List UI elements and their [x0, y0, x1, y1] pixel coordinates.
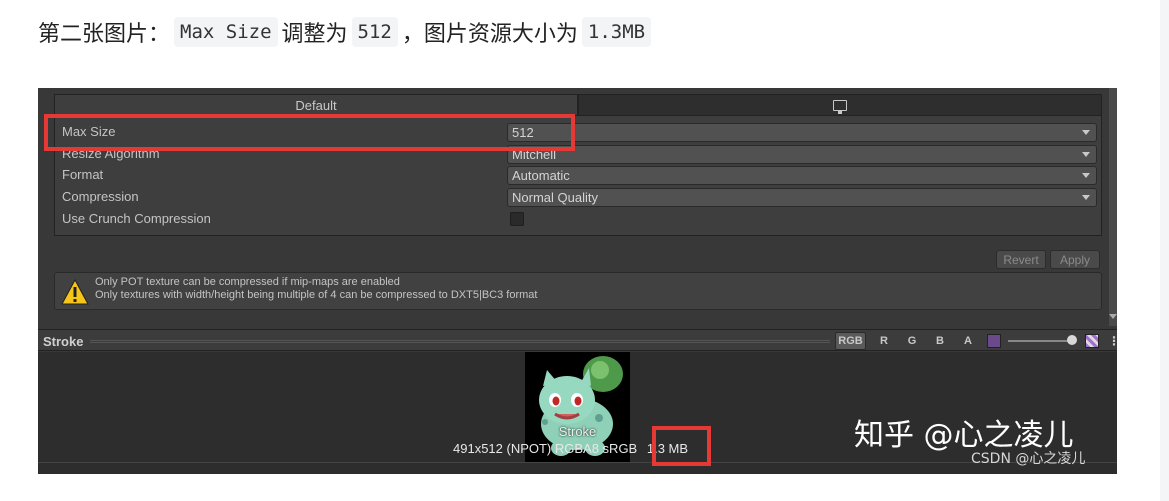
texture-info-main: 491x512 (NPOT) RGBA8 sRGB: [453, 441, 638, 456]
monitor-icon: [833, 99, 847, 114]
article-page: 第二张图片： Max Size 调整为 512 ， 图片资源大小为 1.3MB …: [0, 0, 1169, 501]
inline-code-max-size: Max Size: [174, 17, 278, 47]
scroll-down-icon[interactable]: [1109, 314, 1117, 319]
tab-default[interactable]: Default: [54, 94, 578, 116]
preview-bottom-divider: [38, 462, 1117, 463]
format-value: Automatic: [512, 168, 570, 183]
crunch-compression-label: Use Crunch Compression: [62, 211, 211, 226]
preview-title-divider: [90, 340, 830, 343]
channel-b-button[interactable]: B: [931, 332, 949, 350]
channel-a-button[interactable]: A: [959, 332, 977, 350]
row-format: Format Automatic: [55, 165, 1101, 186]
article-heading: 第二张图片： Max Size 调整为 512 ， 图片资源大小为 1.3MB: [38, 14, 655, 50]
compression-label: Compression: [62, 189, 139, 204]
resize-algorithm-dropdown[interactable]: Mitchell: [507, 145, 1097, 164]
row-crunch-compression: Use Crunch Compression: [55, 209, 1101, 230]
warning-triangle-icon: [61, 279, 89, 305]
thumbnail-label: Stroke: [558, 424, 597, 439]
chevron-down-icon: [1082, 130, 1090, 135]
apply-button[interactable]: Apply: [1050, 250, 1100, 269]
highlight-max-size-box: [44, 114, 575, 151]
preview-toolbar: Stroke RGB R G B A ⋮: [38, 329, 1117, 351]
chevron-down-icon: [1082, 152, 1090, 157]
warning-line-1: Only POT texture can be compressed if mi…: [95, 276, 400, 288]
mip-level-slider-knob[interactable]: [1067, 335, 1077, 345]
heading-prefix: 第二张图片：: [38, 22, 171, 47]
highlight-size-box: [652, 426, 711, 466]
heading-tail-text: 图片资源大小为: [423, 22, 578, 47]
page-side-shade: [1160, 0, 1169, 501]
warning-helpbox: Only POT texture can be compressed if mi…: [54, 272, 1102, 310]
chevron-down-icon: [1082, 195, 1090, 200]
more-options-icon[interactable]: ⋮: [1108, 334, 1117, 348]
channel-r-button[interactable]: R: [875, 332, 893, 350]
format-dropdown[interactable]: Automatic: [507, 166, 1097, 185]
compression-value: Normal Quality: [512, 190, 598, 205]
platform-tabs: Default: [54, 94, 1102, 116]
warning-line-2: Only textures with width/height being mu…: [95, 289, 538, 301]
inspector-scrollbar[interactable]: [1109, 88, 1117, 326]
format-label: Format: [62, 167, 104, 182]
heading-mid-text: 调整为: [281, 22, 348, 47]
tab-default-label: Default: [295, 98, 337, 113]
channel-g-button[interactable]: G: [903, 332, 921, 350]
max-size-dropdown[interactable]: 512: [507, 123, 1097, 142]
inline-code-512: 512: [351, 17, 398, 47]
preview-title: Stroke: [43, 334, 84, 349]
revert-button[interactable]: Revert: [996, 250, 1046, 269]
row-compression: Compression Normal Quality: [55, 187, 1101, 208]
alpha-toggle-icon[interactable]: [1085, 334, 1099, 348]
csdn-watermark: CSDN @心之凌儿: [971, 451, 1086, 467]
inline-code-size: 1.3MB: [581, 17, 652, 47]
compression-dropdown[interactable]: Normal Quality: [507, 188, 1097, 207]
tab-standalone[interactable]: [578, 94, 1102, 116]
mip-level-slider[interactable]: [1008, 340, 1074, 342]
channel-rgb-button[interactable]: RGB: [835, 332, 866, 350]
heading-comma: ，: [401, 22, 424, 47]
crunch-compression-checkbox[interactable]: [510, 212, 524, 226]
warning-text: Only POT texture can be compressed if mi…: [95, 276, 537, 302]
chevron-down-icon: [1082, 173, 1090, 178]
mipmap-icon[interactable]: [987, 334, 1001, 348]
